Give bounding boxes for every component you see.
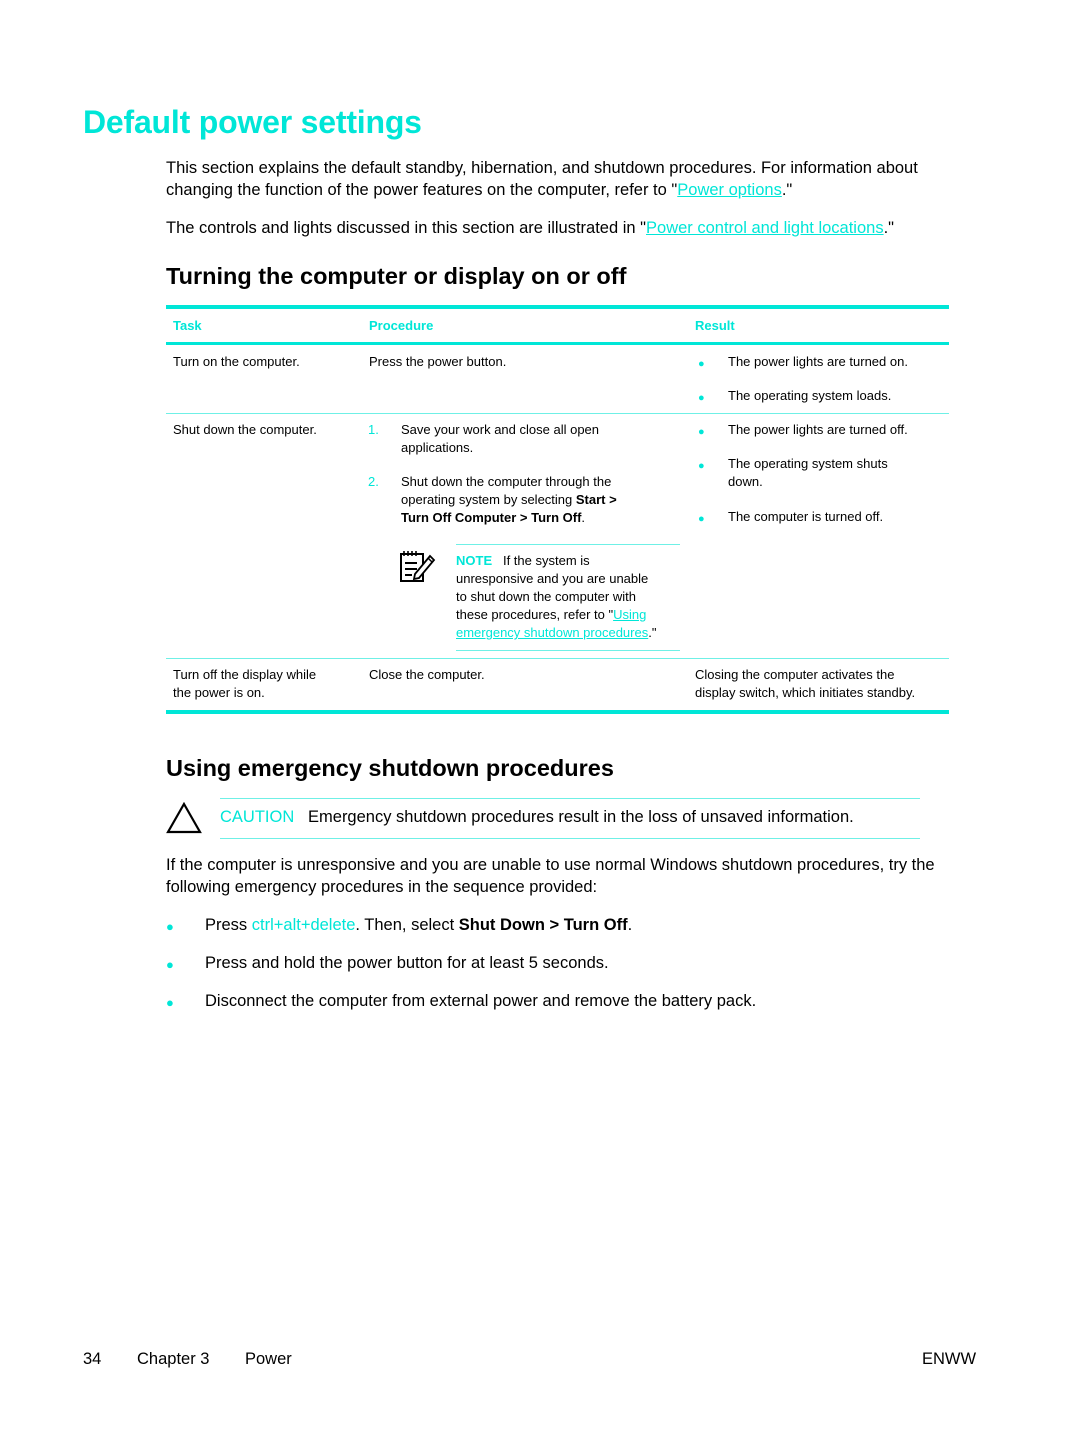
caution-text: Emergency shutdown procedures result in … [308,808,854,826]
header-procedure: Procedure [369,318,434,333]
header-task: Task [173,318,202,333]
table-bottom-rule [166,710,949,714]
row3-result-line-2: display switch, which initiates standby. [695,685,916,700]
key-combo: ctrl+alt+delete [251,916,356,934]
bullet-icon: ● [166,919,174,934]
note-line-2: unresponsive and you are unable [456,571,649,586]
row1-result-1: The power lights are turned on. [728,354,908,369]
row1-task: Turn on the computer. [173,354,300,369]
intro-paragraph-1: This section explains the default standb… [166,157,986,201]
bullet-icon: ● [166,957,174,972]
intro-paragraph-2: The controls and lights discussed in thi… [166,217,1006,239]
bullet-icon: ● [698,513,705,525]
item1-end: . [627,916,633,934]
note-text-1: If the system is [502,553,590,568]
footer-chapter-title: Power [245,1350,292,1368]
intro-end-1: ." [781,181,793,199]
item1-text-a: Press [205,916,252,934]
row3-procedure: Close the computer. [369,667,485,682]
header-rule [166,342,949,345]
row2-result-3: The computer is turned off. [728,509,884,524]
intro-text-2: The controls and lights discussed in thi… [166,219,647,237]
section-heading-turning: Turning the computer or display on or of… [166,263,627,289]
step-2-line-3: Turn Off Computer > Turn Off. [401,509,585,527]
row3-task-line-1: Turn off the display while [173,667,317,682]
note-bottom-rule [456,650,680,651]
note-end: ." [648,625,657,640]
row3-result-line-1: Closing the computer activates the [695,667,895,682]
caution-bottom-rule [220,838,920,839]
note-pencil-icon [400,551,436,582]
step-2-end: . [581,510,586,525]
note-line-5: emergency shutdown procedures." [456,624,656,642]
row1-procedure: Press the power button. [369,354,507,369]
bullet-icon: ● [698,426,705,438]
note-line-3: to shut down the computer with [456,589,636,604]
power-control-link[interactable]: Power control and light locations [646,219,884,237]
intro-end-2: ." [883,219,895,237]
step-1-line-1: Save your work and close all open [401,422,600,437]
row3-task-line-2: the power is on. [173,685,265,700]
footer-page-number: 34 [83,1350,102,1368]
power-options-link[interactable]: Power options [677,181,782,199]
caution-top-rule [220,798,920,799]
footer-chapter: Chapter 3 [137,1350,210,1368]
step-number-1: 1. [368,422,379,437]
step-2-bold-start: Start > [575,492,617,507]
note-line-1: NOTE If the system is [456,552,590,570]
emergency-paragraph: If the computer is unresponsive and you … [166,856,935,896]
bullet-icon: ● [698,358,705,370]
row-divider [166,413,949,414]
caution-triangle-icon [166,802,202,834]
row2-result-2-cont: down. [728,474,763,489]
intro-text-1: This section explains the default standb… [166,159,918,199]
emergency-shutdown-link-part2[interactable]: emergency shutdown procedures [456,625,648,640]
note-text-4: these procedures, refer to " [456,607,614,622]
footer-code: ENWW [922,1350,977,1368]
row2-result-2: The operating system shuts [728,456,888,471]
note-line-4: these procedures, refer to "Using [456,606,646,624]
section-heading-emergency: Using emergency shutdown procedures [166,755,614,781]
row-divider [166,658,949,659]
row1-result-2: The operating system loads. [728,388,892,403]
page-title: Default power settings [83,104,422,140]
bullet-icon: ● [698,392,705,404]
step-1-line-2: applications. [401,440,474,455]
row2-task: Shut down the computer. [173,422,317,437]
bullet-icon: ● [698,460,705,472]
step-2-line-1: Shut down the computer through the [401,474,612,489]
note-top-rule [456,544,680,545]
caution-label: CAUTION [220,808,295,826]
caution-message: CAUTION Emergency shutdown procedures re… [220,806,854,828]
header-result: Result [695,318,735,333]
step-number-2: 2. [368,474,379,489]
step-2-line-2: operating system by selecting Start > [401,491,617,509]
item1-bold-path: Shut Down > Turn Off [458,916,628,934]
list-item-1-text: Press ctrl+alt+delete. Then, select Shut… [205,914,632,936]
emergency-shutdown-link-part1[interactable]: Using [613,607,646,622]
bullet-icon: ● [166,995,174,1010]
list-item-3-text: Disconnect the computer from external po… [205,992,757,1010]
row2-result-1: The power lights are turned off. [728,422,908,437]
note-label: NOTE [456,553,493,568]
item1-text-b: . Then, select [355,916,459,934]
step-2-bold-path: Turn Off Computer > Turn Off [401,510,582,525]
table-top-rule [166,305,949,309]
step-2-text: operating system by selecting [401,492,576,507]
list-item-2-text: Press and hold the power button for at l… [205,954,609,972]
